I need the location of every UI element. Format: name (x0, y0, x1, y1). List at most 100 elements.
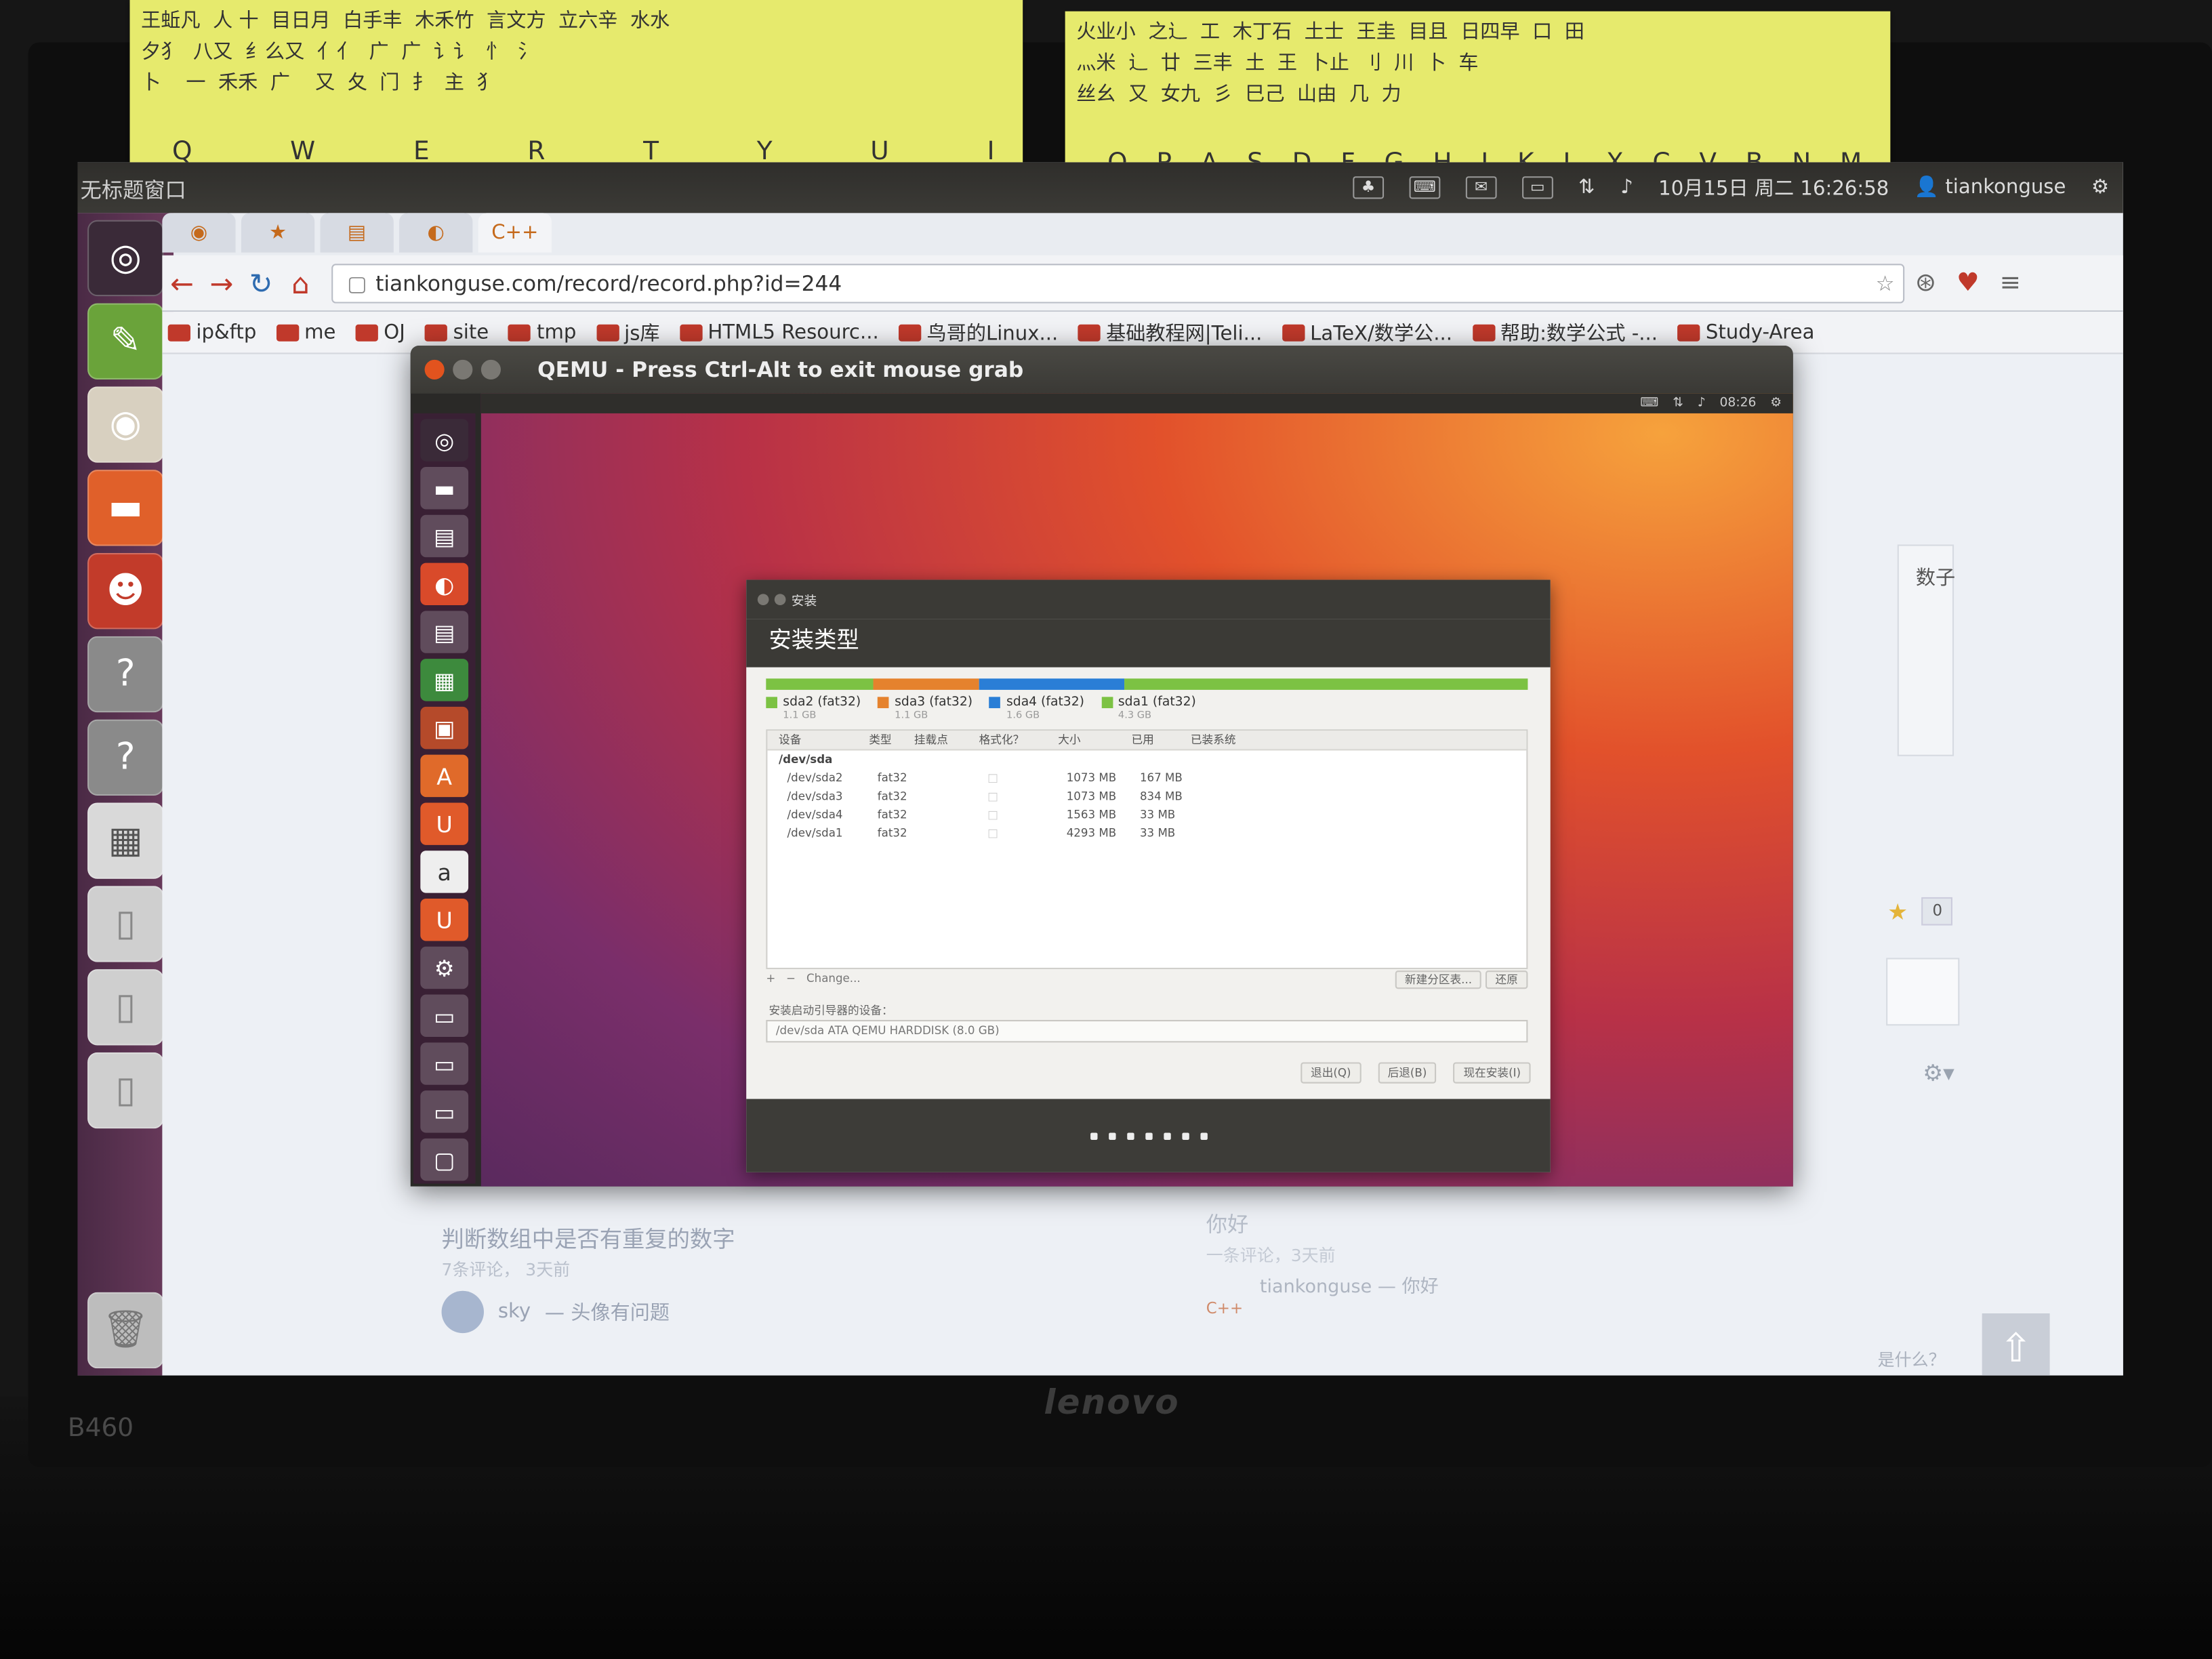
tab-firefox-icon[interactable]: ◐ (399, 213, 473, 253)
guest-writer-icon[interactable]: ▤ (420, 611, 469, 653)
trash-icon[interactable]: 🗑 (87, 1292, 164, 1369)
guest-ubuntu-one-icon[interactable]: U (420, 802, 469, 845)
qq-icon[interactable]: ☻ (87, 552, 164, 630)
tab-active[interactable]: C++ (478, 213, 552, 253)
bookmark-item[interactable]: Study-Area (1672, 321, 1820, 344)
guest-drive-icon[interactable]: ▭ (420, 1042, 469, 1085)
keyboard-icon[interactable]: ⌨ (1409, 176, 1441, 199)
bookmark-item[interactable]: ip&ftp (162, 321, 262, 344)
star-icon[interactable]: ★ (1887, 898, 1908, 925)
guest-volume-icon[interactable]: ♪ (1698, 396, 1706, 411)
bookmark-item[interactable]: 鸟哥的Linux... (893, 318, 1064, 346)
guest-settings-icon[interactable]: ⚙ (420, 946, 469, 989)
home-icon[interactable]: ⌂ (281, 266, 320, 300)
guest-keyboard-icon[interactable]: ⌨ (1640, 396, 1658, 411)
install-now-button[interactable]: 现在安装(I) (1453, 1062, 1531, 1084)
bookmark-item[interactable]: HTML5 Resourc... (674, 321, 884, 344)
post-title[interactable]: 判断数组中是否有重复的数字 (442, 1221, 735, 1254)
revert-button[interactable]: 还原 (1485, 970, 1528, 989)
format-checkbox[interactable]: □ (987, 790, 1067, 803)
back-button[interactable]: 后退(B) (1378, 1062, 1437, 1084)
maximize-button[interactable] (480, 359, 501, 380)
tab-star-icon[interactable]: ★ (241, 213, 315, 253)
input-box[interactable] (1886, 958, 1960, 1026)
guest-clock[interactable]: 08:26 (1719, 396, 1756, 411)
guest-software-center-icon[interactable]: A (420, 754, 469, 798)
format-checkbox[interactable]: □ (987, 808, 1067, 821)
guest-ubuntu-one-music-icon[interactable]: U (420, 898, 469, 941)
guest-firefox-icon[interactable]: ◐ (420, 562, 469, 606)
bookmark-item[interactable]: site (419, 321, 495, 344)
qq-tray-icon[interactable]: ♣ (1353, 176, 1384, 199)
format-checkbox[interactable]: □ (987, 827, 1067, 840)
disk-row[interactable]: /dev/sda (767, 750, 1526, 769)
guest-amazon-icon[interactable]: a (420, 851, 469, 893)
workspace-switcher-icon[interactable]: ▦ (87, 802, 164, 879)
usb-drive-icon[interactable]: ▯ (87, 1052, 164, 1129)
comment-author[interactable]: sky (498, 1300, 531, 1323)
partition-row[interactable]: /dev/sda3 fat32 □ 1073 MB 834 MB (767, 787, 1526, 806)
extension-icon[interactable]: ⊛ (1904, 268, 1946, 298)
network-icon[interactable]: ⇅ (1578, 176, 1595, 199)
minimize-button[interactable] (774, 594, 786, 606)
chrome-icon[interactable]: ◉ (87, 386, 164, 463)
session-gear-icon[interactable]: ⚙ (2091, 176, 2109, 199)
menu-icon[interactable]: ≡ (1989, 268, 2031, 298)
guest-calc-icon[interactable]: ▦ (420, 659, 469, 701)
guest-app-icon[interactable]: ▤ (420, 514, 469, 558)
reload-icon[interactable]: ↻ (241, 266, 281, 300)
usb-drive-icon[interactable]: ▯ (87, 969, 164, 1046)
volume-icon[interactable]: ♪ (1620, 176, 1633, 199)
guest-trash-icon[interactable]: ▢ (420, 1138, 469, 1181)
quit-button[interactable]: 退出(Q) (1300, 1062, 1361, 1084)
bookmark-item[interactable]: OJ (350, 321, 411, 344)
guest-dash-icon[interactable]: ◎ (420, 419, 469, 462)
bookmark-item[interactable]: tmp (503, 321, 582, 344)
column-header[interactable]: 设备 (779, 732, 869, 747)
close-button[interactable] (424, 359, 445, 380)
right-tag[interactable]: C++ (1206, 1299, 1243, 1317)
bookmark-item[interactable]: 基础教程网|Teli... (1072, 318, 1268, 346)
bookmark-item[interactable]: js库 (590, 318, 665, 346)
guest-files-icon[interactable]: ▬ (420, 467, 469, 510)
tab-chrome-icon[interactable]: ◉ (162, 213, 236, 253)
change-partition-button[interactable]: Change... (806, 972, 861, 985)
address-bar[interactable]: ▢ tiankonguse.com/record/record.php?id=2… (331, 263, 1905, 303)
battery-icon[interactable]: ▭ (1521, 176, 1553, 199)
usb-drive-icon[interactable]: ▯ (87, 886, 164, 962)
add-partition-button[interactable]: + (766, 972, 775, 985)
guest-network-icon[interactable]: ⇅ (1673, 396, 1683, 411)
mail-icon[interactable]: ✉ (1465, 176, 1497, 199)
bookmark-star-icon[interactable]: ☆ (1876, 270, 1895, 295)
remove-partition-button[interactable]: − (786, 972, 796, 985)
bookmark-item[interactable]: LaTeX/数学公... (1276, 318, 1458, 346)
column-header[interactable]: 类型 (869, 732, 914, 747)
settings-gear-icon[interactable]: ⚙▾ (1923, 1059, 1954, 1086)
new-partition-table-button[interactable]: 新建分区表... (1395, 970, 1482, 989)
boot-device-select[interactable]: /dev/sda ATA QEMU HARDDISK (8.0 GB) (766, 1020, 1528, 1043)
minimize-button[interactable] (453, 359, 473, 380)
bookmark-item[interactable]: 帮助:数学公式 -... (1467, 318, 1664, 346)
column-header[interactable]: 已装系统 (1191, 732, 1275, 747)
partition-row[interactable]: /dev/sda4 fat32 □ 1563 MB 33 MB (767, 806, 1526, 824)
back-to-top-icon[interactable]: ⇧ (1982, 1313, 2050, 1376)
column-header[interactable]: 格式化？ (979, 732, 1059, 747)
right-post-title[interactable]: 你好 (1206, 1209, 1248, 1239)
guest-drive-icon[interactable]: ▭ (420, 994, 469, 1037)
column-header[interactable]: 已用 (1131, 732, 1190, 747)
guest-impress-icon[interactable]: ▣ (420, 706, 469, 750)
bookmark-item[interactable]: me (270, 321, 342, 344)
partition-row[interactable]: /dev/sda1 fat32 □ 4293 MB 33 MB (767, 824, 1526, 842)
format-checkbox[interactable]: □ (987, 772, 1067, 785)
guest-gear-icon[interactable]: ⚙ (1770, 396, 1782, 411)
gedit-icon[interactable]: ✎ (87, 303, 164, 380)
tab-page-icon[interactable]: ▤ (320, 213, 394, 253)
datetime-indicator[interactable]: 10月15日 周二 16:26:58 (1658, 173, 1889, 202)
unknown-app-icon[interactable]: ? (87, 636, 164, 713)
column-header[interactable]: 大小 (1058, 732, 1131, 747)
heart-icon[interactable]: ♥ (1947, 268, 1989, 298)
ubuntu-dash-icon[interactable]: ◎ (87, 220, 164, 297)
files-icon[interactable]: ▬ (87, 470, 164, 546)
partition-row[interactable]: /dev/sda2 fat32 □ 1073 MB 167 MB (767, 769, 1526, 787)
forward-icon[interactable]: → (202, 266, 241, 300)
